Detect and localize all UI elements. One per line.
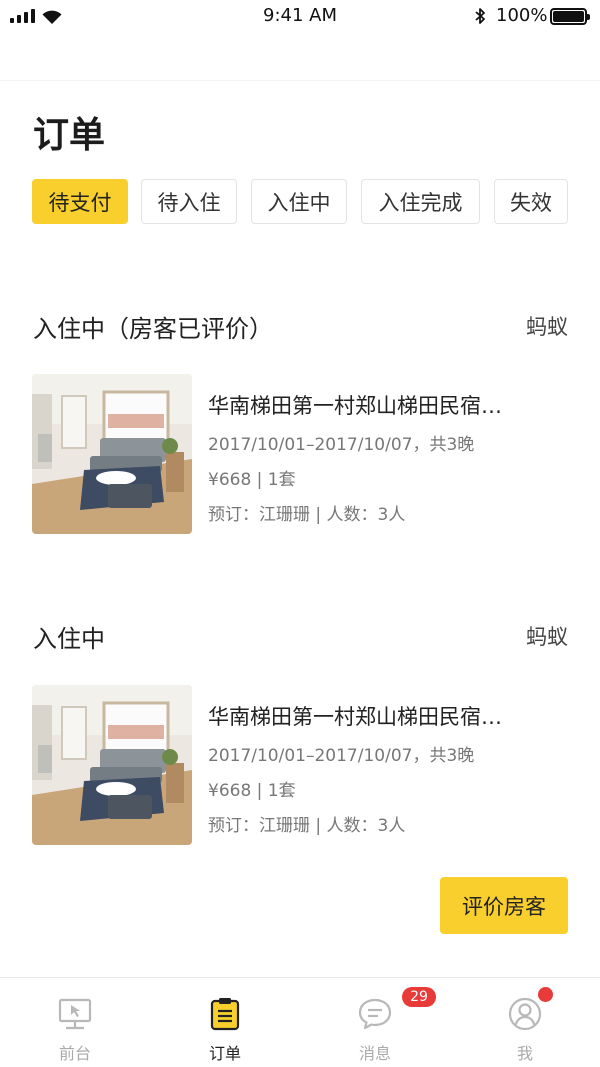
stay-dates: 2017/10/01–2017/10/07，共3晚 xyxy=(208,435,475,455)
order-host: 蚂蚁 xyxy=(526,625,568,649)
unread-badge: 29 xyxy=(402,987,436,1007)
booker-info: 预订：江珊珊 | 人数：3人 xyxy=(208,816,406,836)
tab-bar-orders[interactable]: 订单 xyxy=(150,978,300,1067)
bluetooth-icon xyxy=(475,8,485,24)
room-photo-image xyxy=(32,685,192,845)
tab-bar-label: 消息 xyxy=(358,1044,391,1063)
status-bar: 9:41 AM 100% xyxy=(0,0,600,34)
price-info: ¥668 | 1套 xyxy=(208,470,296,490)
property-photo[interactable] xyxy=(32,685,192,845)
stay-dates: 2017/10/01–2017/10/07，共3晚 xyxy=(208,746,475,766)
battery-level xyxy=(553,11,584,22)
tab-bar-front-desk[interactable]: 前台 xyxy=(0,978,150,1067)
room-photo-image xyxy=(32,374,192,534)
tab-checked-in[interactable]: 入住中 xyxy=(251,179,347,224)
chat-bubble-icon xyxy=(358,998,392,1030)
tab-checkout-complete[interactable]: 入住完成 xyxy=(361,179,480,224)
battery-percent: 100% xyxy=(496,5,548,26)
tab-bar-label: 订单 xyxy=(208,1044,241,1063)
booker-info: 预订：江珊珊 | 人数：3人 xyxy=(208,505,406,525)
property-photo[interactable] xyxy=(32,374,192,534)
property-name[interactable]: 华南梯田第一村郑山梯田民宿… xyxy=(208,390,568,420)
bottom-tab-bar: 前台 订单 消息 我 xyxy=(0,977,600,1067)
user-icon xyxy=(508,997,542,1031)
review-guest-button[interactable]: 评价房客 xyxy=(440,877,568,934)
clipboard-icon xyxy=(210,998,240,1031)
price-info: ¥668 | 1套 xyxy=(208,781,296,801)
tab-bar-me[interactable]: 我 xyxy=(450,978,600,1067)
header-divider xyxy=(0,80,600,81)
tab-bar-label: 我 xyxy=(516,1044,533,1063)
tab-pending-checkin[interactable]: 待入住 xyxy=(141,179,237,224)
page-title: 订单 xyxy=(33,115,106,156)
order-host: 蚂蚁 xyxy=(526,315,568,339)
order-status: 入住中 xyxy=(33,625,105,653)
tab-expired[interactable]: 失效 xyxy=(494,179,568,224)
tab-bar-label: 前台 xyxy=(58,1044,91,1063)
order-status-tabs: 待支付 待入住 入住中 入住完成 失效 xyxy=(32,179,572,224)
monitor-icon xyxy=(58,998,92,1030)
property-name[interactable]: 华南梯田第一村郑山梯田民宿… xyxy=(208,701,568,731)
battery-icon xyxy=(550,8,590,25)
order-status: 入住中（房客已评价） xyxy=(33,315,273,343)
tab-pending-payment[interactable]: 待支付 xyxy=(32,179,128,224)
notification-dot xyxy=(538,987,553,1002)
